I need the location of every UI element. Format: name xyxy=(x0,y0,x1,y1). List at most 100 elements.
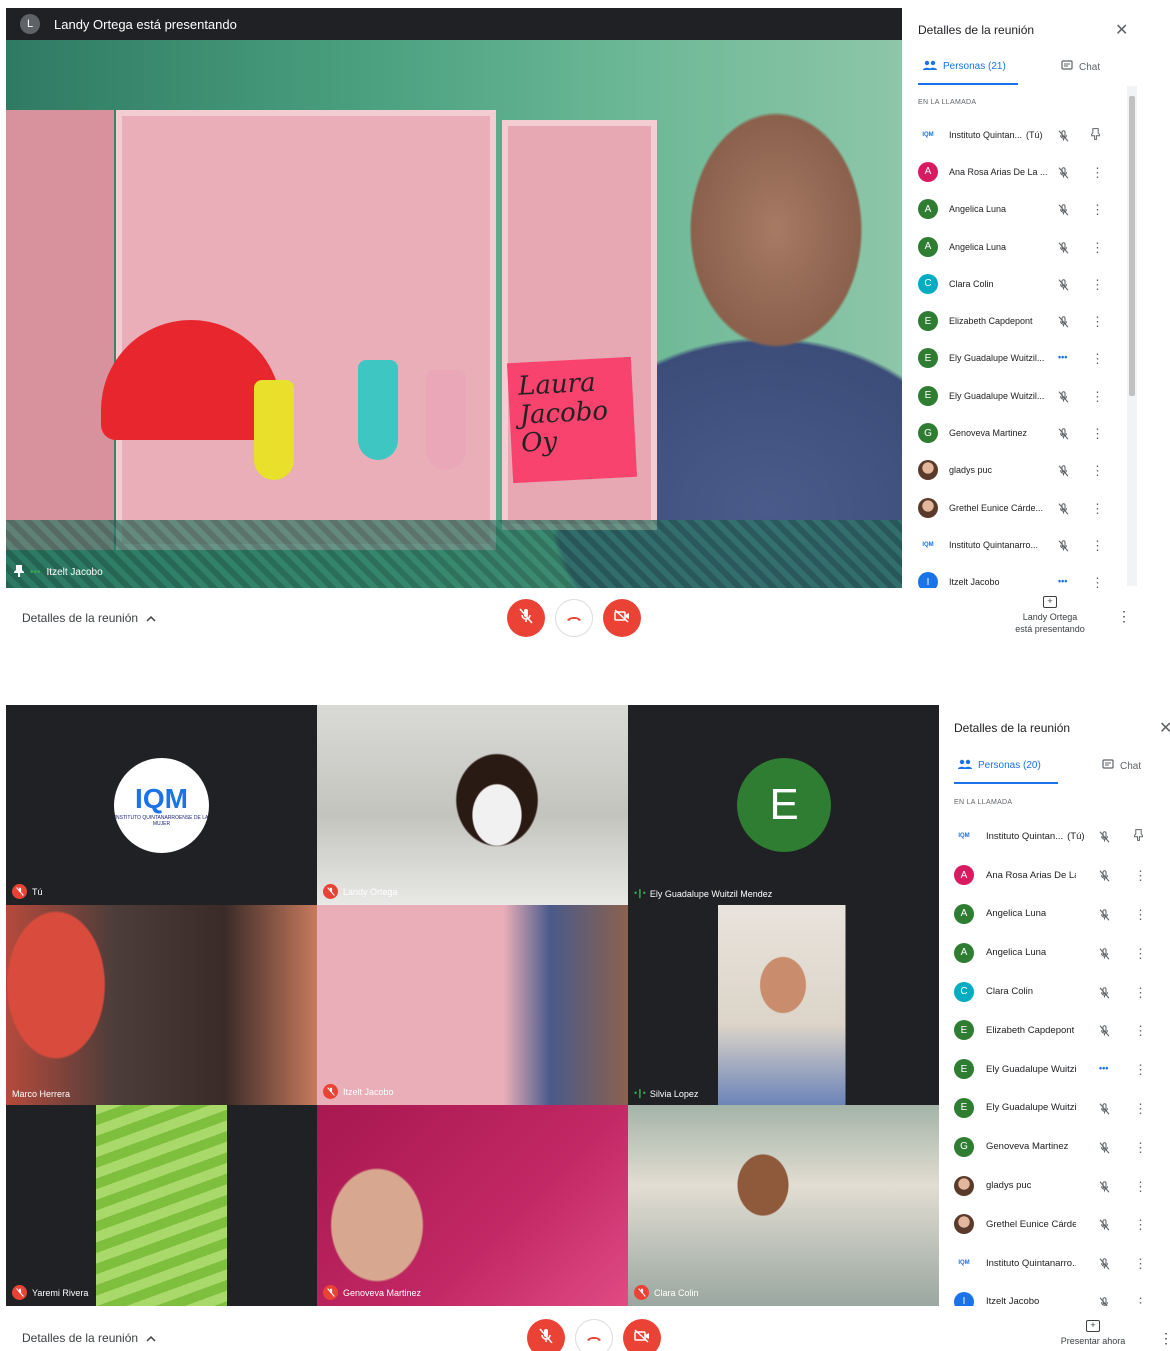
participant-tile[interactable]: Marco Herrera xyxy=(6,905,317,1105)
more-vert-icon[interactable]: ⋮ xyxy=(1134,868,1147,884)
participant-row[interactable]: I Itzelt Jacobo ⋮ xyxy=(954,1283,1164,1306)
participant-row[interactable]: E Elizabeth Capdepont ⋮ xyxy=(918,302,1128,339)
more-vert-icon[interactable]: ⋮ xyxy=(1134,1295,1147,1306)
tab-chat-2[interactable]: Chat xyxy=(1102,759,1141,773)
camera-toggle-button[interactable] xyxy=(603,599,641,637)
present-now-button[interactable]: + Presentar ahora xyxy=(1050,1320,1136,1348)
speaking-indicator: ••• xyxy=(1058,576,1068,587)
participant-name: Ely Guadalupe Wuitzil... xyxy=(986,1102,1076,1114)
pin-icon[interactable] xyxy=(14,565,24,580)
more-vert-icon[interactable]: ⋮ xyxy=(1091,538,1104,554)
participant-tile[interactable]: Clara Colin xyxy=(628,1105,939,1306)
tile-name-label: Genoveva Martinez xyxy=(323,1285,421,1300)
participant-row[interactable]: gladys puc ⋮ xyxy=(954,1166,1164,1205)
presenting-banner-text: Landy Ortega está presentando xyxy=(54,16,237,32)
close-icon[interactable]: ✕ xyxy=(1159,718,1170,738)
participant-row[interactable]: gladys puc ⋮ xyxy=(918,452,1128,489)
more-vert-icon[interactable]: ⋮ xyxy=(1134,1179,1147,1195)
more-vert-icon[interactable]: ⋮ xyxy=(1134,1023,1147,1039)
participant-tile[interactable]: Yaremi Rivera xyxy=(6,1105,317,1306)
hang-up-button[interactable] xyxy=(555,599,593,637)
tile-name: Itzelt Jacobo xyxy=(343,1086,394,1097)
meeting-details-toggle-2[interactable]: Detalles de la reunión xyxy=(22,1331,156,1345)
mic-toggle-button[interactable] xyxy=(507,599,545,637)
present-status-button[interactable]: + Landy Ortega está presentando xyxy=(1004,596,1096,635)
photo-avatar xyxy=(918,460,938,481)
scrollbar-thumb[interactable] xyxy=(1129,96,1135,396)
tile-name-label: Landy Ortega xyxy=(323,884,398,899)
more-vert-icon[interactable]: ⋮ xyxy=(1091,240,1104,256)
participant-row[interactable]: A Ana Rosa Arias De La ... ⋮ xyxy=(918,153,1128,190)
more-vert-icon[interactable]: ⋮ xyxy=(1134,946,1147,962)
participant-tile[interactable]: IQM INSTITUTO QUINTANARROENSE DE LA MUJER… xyxy=(6,705,317,905)
participant-row[interactable]: G Genoveva Martinez ⋮ xyxy=(918,414,1128,451)
tab-people[interactable]: Personas (21) xyxy=(923,60,1006,73)
participant-row[interactable]: A Ana Rosa Arias De La ... ⋮ xyxy=(954,856,1164,895)
participant-row[interactable]: Grethel Eunice Cárde... ⋮ xyxy=(918,489,1128,526)
participant-row[interactable]: A Angelica Luna ⋮ xyxy=(918,191,1128,228)
participant-row[interactable]: IQM Instituto Quintan... (Tú) xyxy=(918,116,1128,153)
more-vert-icon[interactable]: ⋮ xyxy=(1134,1217,1147,1233)
hang-up-button-2[interactable] xyxy=(575,1319,613,1351)
meeting-details-toggle[interactable]: Detalles de la reunión xyxy=(22,611,156,625)
participant-row[interactable]: E Ely Guadalupe Wuitzil... ⋮ xyxy=(954,1089,1164,1128)
participant-row[interactable]: I Itzelt Jacobo ••• ⋮ xyxy=(918,564,1128,588)
pin-icon[interactable] xyxy=(1090,127,1101,143)
more-vert-icon[interactable]: ⋮ xyxy=(1091,575,1104,588)
people-icon xyxy=(958,759,972,772)
participant-name: Itzelt Jacobo xyxy=(986,1296,1040,1306)
participant-tile[interactable]: Landy Ortega xyxy=(317,705,628,905)
more-vert-icon[interactable]: ⋮ xyxy=(1091,314,1104,330)
participant-row[interactable]: A Angelica Luna ⋮ xyxy=(954,895,1164,934)
iqm-logo-avatar: IQM xyxy=(954,1253,974,1274)
tab-chat[interactable]: Chat xyxy=(1061,60,1100,74)
participant-row[interactable]: Grethel Eunice Cárde... ⋮ xyxy=(954,1205,1164,1244)
more-vert-icon[interactable]: ⋮ xyxy=(1091,351,1104,367)
participant-row[interactable]: E Ely Guadalupe Wuitzil... ••• ⋮ xyxy=(918,340,1128,377)
more-vert-icon[interactable]: ⋮ xyxy=(1134,1101,1147,1117)
participant-tile[interactable]: E •❙• Ely Guadalupe Wuitzil Mendez xyxy=(628,705,939,905)
participant-row[interactable]: A Angelica Luna ⋮ xyxy=(954,933,1164,972)
participant-row[interactable]: IQM Instituto Quintanarro... ⋮ xyxy=(954,1244,1164,1283)
more-vert-icon[interactable]: ⋮ xyxy=(1134,1140,1147,1156)
mic-toggle-button-2[interactable] xyxy=(527,1319,565,1351)
more-vert-icon[interactable]: ⋮ xyxy=(1134,985,1147,1001)
more-vert-icon[interactable]: ⋮ xyxy=(1091,277,1104,293)
participant-row[interactable]: E Ely Guadalupe Wuitzil... ••• ⋮ xyxy=(954,1050,1164,1089)
more-vert-icon[interactable]: ⋮ xyxy=(1134,1256,1147,1272)
pin-icon[interactable] xyxy=(1133,829,1144,844)
participant-tile[interactable]: •❙• Silvia Lopez xyxy=(628,905,939,1105)
tab-people-2[interactable]: Personas (20) xyxy=(958,759,1041,772)
more-vert-icon[interactable]: ⋮ xyxy=(1134,907,1147,923)
participant-tile[interactable]: Itzelt Jacobo xyxy=(317,905,628,1105)
more-vert-icon[interactable]: ⋮ xyxy=(1091,389,1104,405)
more-vert-icon[interactable]: ⋮ xyxy=(1091,463,1104,479)
camera-toggle-button-2[interactable] xyxy=(623,1319,661,1351)
participant-avatar: A xyxy=(954,942,974,963)
close-icon[interactable]: ✕ xyxy=(1115,20,1128,40)
more-vert-icon[interactable]: ⋮ xyxy=(1091,202,1104,218)
photo-avatar xyxy=(954,1175,974,1196)
participant-tile[interactable]: Genoveva Martinez xyxy=(317,1105,628,1306)
in-call-section-label-2: EN LA LLAMADA xyxy=(954,799,1013,806)
iqm-logo-avatar: IQM xyxy=(954,826,974,847)
bottom-toolbar-2: Detalles de la reunión + Presentar ahora… xyxy=(0,1310,1170,1351)
participant-row[interactable]: C Clara Colin ⋮ xyxy=(918,265,1128,302)
participant-row[interactable]: G Genoveva Martinez ⋮ xyxy=(954,1127,1164,1166)
more-vert-icon[interactable]: ⋮ xyxy=(1091,426,1104,442)
more-vert-icon[interactable]: ⋮ xyxy=(1091,501,1104,517)
more-vert-icon[interactable]: ⋮ xyxy=(1117,608,1131,625)
participant-row[interactable]: IQM Instituto Quintan... (Tú) xyxy=(954,817,1164,856)
participant-row[interactable]: IQM Instituto Quintanarro... ⋮ xyxy=(918,526,1128,563)
more-vert-icon[interactable]: ⋮ xyxy=(1159,1330,1170,1347)
participant-row[interactable]: C Clara Colin ⋮ xyxy=(954,972,1164,1011)
more-vert-icon[interactable]: ⋮ xyxy=(1134,1062,1147,1078)
tab-people-label-2: Personas (20) xyxy=(978,760,1041,771)
participant-row[interactable]: A Angelica Luna ⋮ xyxy=(918,228,1128,265)
participant-row[interactable]: E Elizabeth Capdepont ⋮ xyxy=(954,1011,1164,1050)
tile-name: Marco Herrera xyxy=(12,1089,71,1099)
more-vert-icon[interactable]: ⋮ xyxy=(1091,165,1104,181)
participant-scrollbar[interactable] xyxy=(1127,86,1137,586)
participant-row[interactable]: E Ely Guadalupe Wuitzil... ⋮ xyxy=(918,377,1128,414)
grid-screenshot: IQM INSTITUTO QUINTANARROENSE DE LA MUJER… xyxy=(0,698,1170,1351)
